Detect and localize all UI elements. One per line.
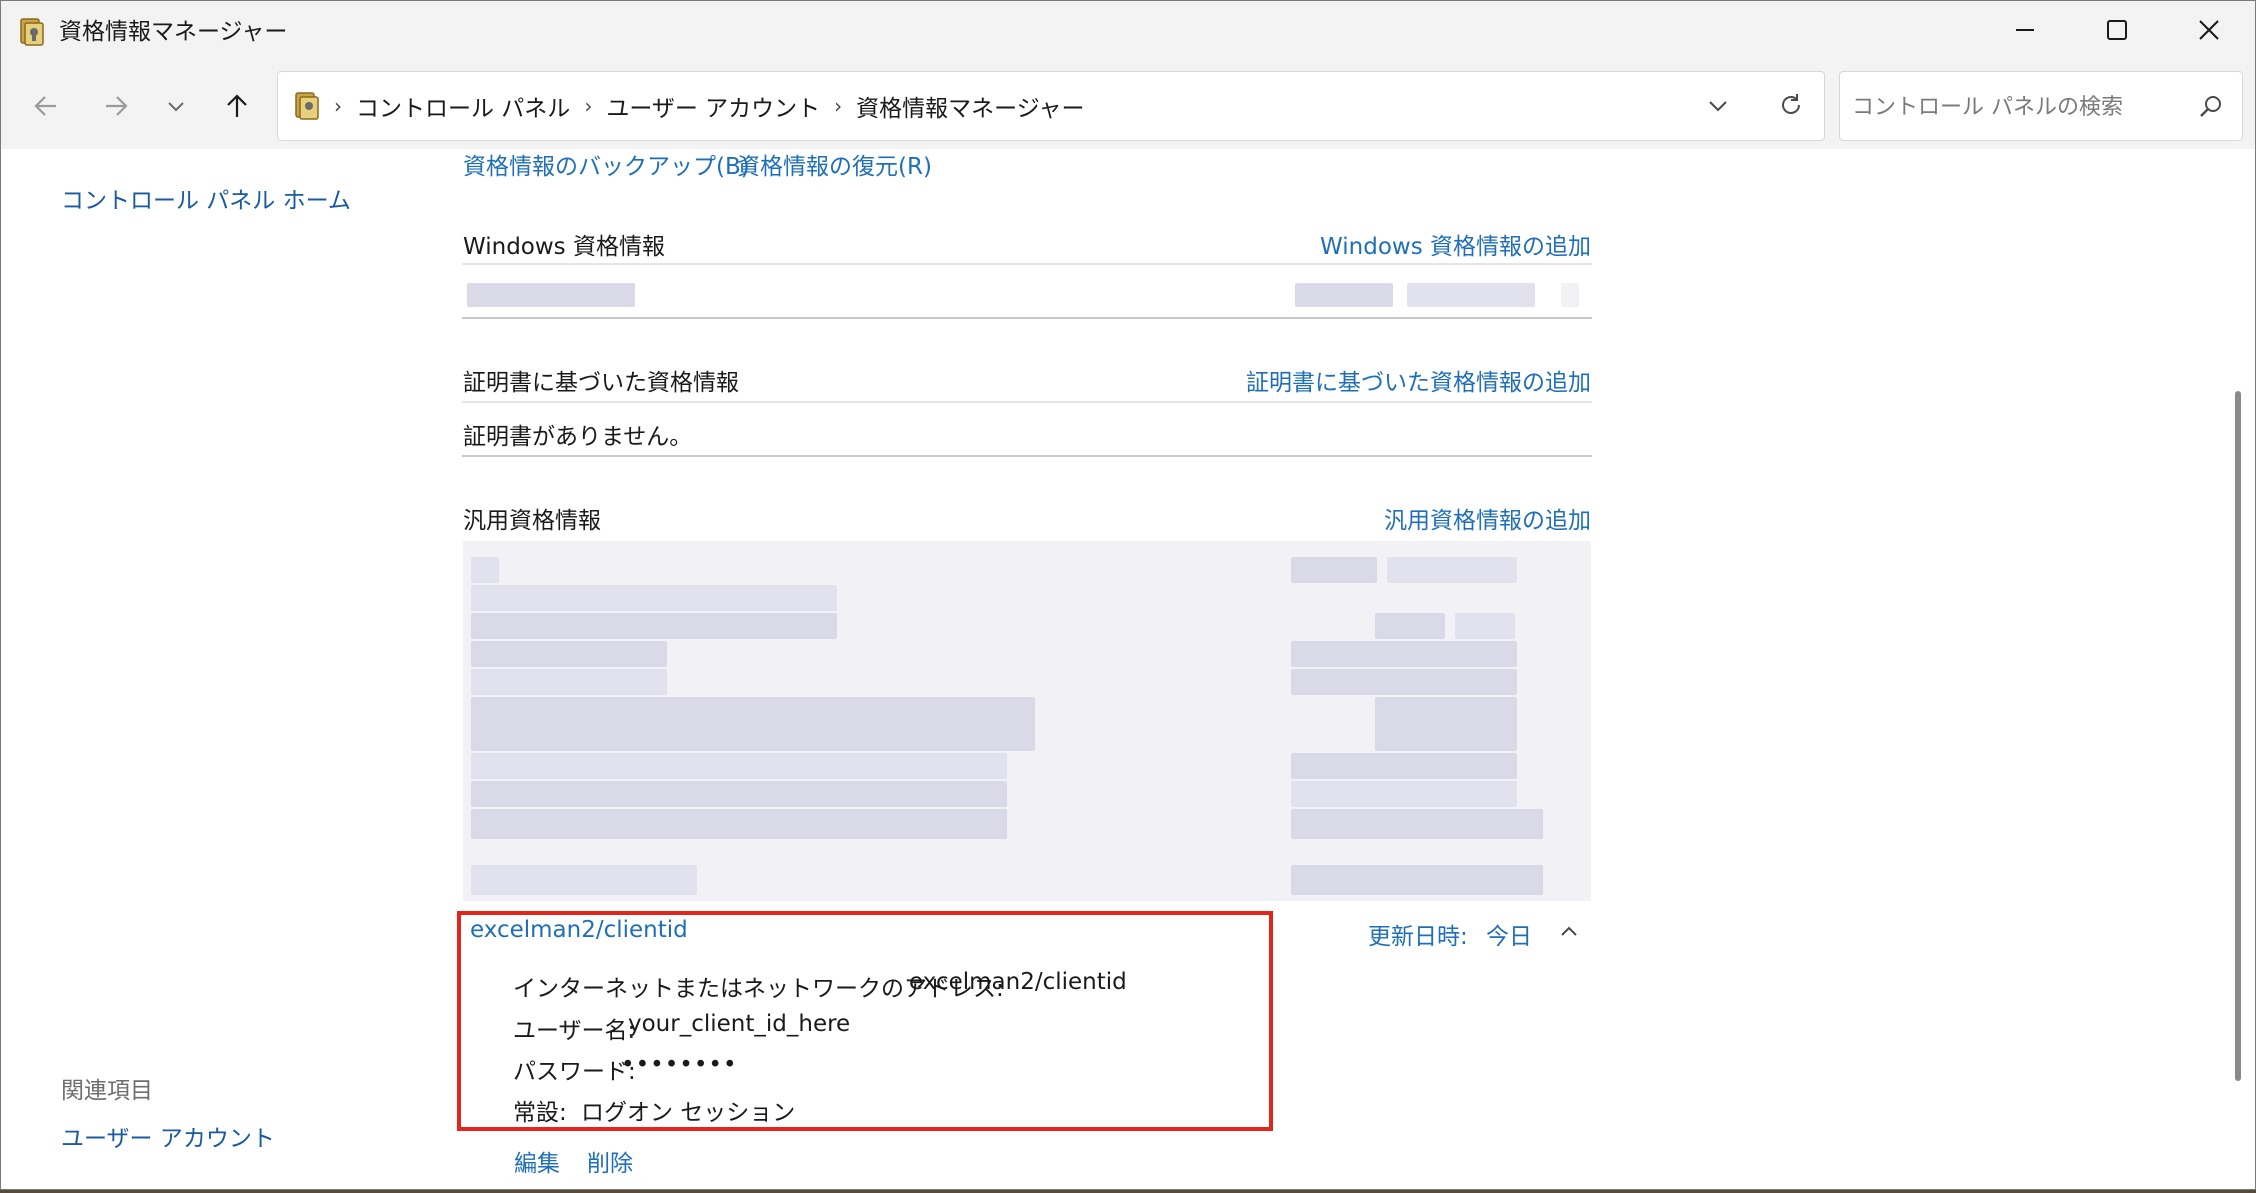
minimize-button[interactable]: [1979, 1, 2071, 63]
redacted-text: [1387, 557, 1517, 583]
scrollbar-thumb[interactable]: [2235, 391, 2241, 1081]
address-bar[interactable]: › コントロール パネル › ユーザー アカウント › 資格情報マネージャー: [277, 71, 1825, 141]
forward-button[interactable]: [93, 85, 139, 131]
minimize-icon: [2014, 19, 2036, 45]
persistence-label: 常設:: [513, 1100, 567, 1126]
maximize-button[interactable]: [2071, 1, 2163, 63]
redacted-text[interactable]: [471, 809, 1007, 839]
close-icon: [2198, 19, 2220, 45]
breadcrumb-separator-icon[interactable]: ›: [576, 94, 600, 118]
user-accounts-link[interactable]: ユーザー アカウント: [61, 1119, 275, 1153]
redacted-text[interactable]: [471, 641, 667, 667]
window-title: 資格情報マネージャー: [59, 19, 288, 45]
recent-chevron-icon: [165, 95, 187, 121]
certificate-credentials-title: 証明書に基づいた資格情報: [463, 370, 739, 396]
up-arrow-icon: [223, 92, 251, 124]
password-value: ••••••••: [621, 1052, 738, 1078]
chevron-up-icon[interactable]: [1558, 920, 1580, 946]
redacted-text: [1291, 781, 1517, 807]
related-heading: 関連項目: [61, 1078, 153, 1104]
address-value: excelman2/clientid: [909, 969, 1127, 995]
divider: [462, 263, 1592, 265]
redacted-text[interactable]: [471, 865, 697, 895]
refresh-icon[interactable]: [1778, 92, 1804, 122]
no-certificates-text: 証明書がありません。: [463, 424, 693, 450]
search-box[interactable]: [1839, 71, 2243, 141]
close-button[interactable]: [2163, 1, 2255, 63]
edit-link[interactable]: 編集: [514, 1144, 560, 1178]
redacted-text: [1291, 669, 1517, 695]
redacted-text: [1375, 697, 1517, 751]
username-label: ユーザー名:: [513, 1018, 636, 1044]
divider: [462, 317, 1592, 319]
back-arrow-icon: [32, 92, 60, 124]
add-certificate-credential-link[interactable]: 証明書に基づいた資格情報の追加: [1151, 363, 1591, 397]
username-value: your_client_id_here: [628, 1011, 851, 1037]
credential-manager-window: 資格情報マネージャー › コントロール パネル › ユーザー アカウント › 資…: [0, 0, 2256, 1190]
credential-manager-icon: [19, 17, 45, 47]
address-dropdown-icon[interactable]: [1706, 94, 1730, 122]
add-generic-credential-link[interactable]: 汎用資格情報の追加: [1251, 501, 1591, 535]
redacted-text[interactable]: [471, 781, 1007, 807]
redacted-text: [1291, 753, 1517, 779]
search-input[interactable]: [1850, 84, 2184, 130]
breadcrumb-control-panel[interactable]: コントロール パネル: [350, 89, 576, 123]
redacted-text: [1375, 613, 1445, 639]
breadcrumb-separator-icon[interactable]: ›: [326, 94, 350, 118]
redacted-text: [1291, 809, 1543, 839]
breadcrumb: › コントロール パネル › ユーザー アカウント › 資格情報マネージャー: [294, 72, 1091, 140]
redacted-text[interactable]: [471, 697, 1035, 751]
delete-link[interactable]: 削除: [587, 1144, 633, 1178]
modified-label[interactable]: 更新日時:: [1368, 917, 1468, 951]
backup-credentials-link[interactable]: 資格情報のバックアップ(B): [463, 147, 750, 181]
breadcrumb-credential-manager[interactable]: 資格情報マネージャー: [850, 89, 1090, 123]
redacted-text[interactable]: [471, 753, 1007, 779]
redacted-text: [1291, 641, 1517, 667]
credential-name-link[interactable]: excelman2/clientid: [470, 917, 688, 943]
restore-credentials-link[interactable]: 資格情報の復元(R): [737, 147, 932, 181]
redacted-text[interactable]: [471, 613, 837, 639]
redacted-text[interactable]: [471, 669, 667, 695]
navigation-bar: › コントロール パネル › ユーザー アカウント › 資格情報マネージャー: [1, 63, 2255, 149]
password-label: パスワード:: [513, 1059, 636, 1085]
control-panel-icon: [294, 91, 320, 121]
forward-arrow-icon: [102, 92, 130, 124]
persistence-value: ログオン セッション: [581, 1100, 796, 1126]
redacted-text: [1291, 557, 1377, 583]
windows-credentials-title: Windows 資格情報: [463, 234, 665, 260]
generic-credentials-title: 汎用資格情報: [463, 508, 601, 534]
redacted-text: [1561, 283, 1579, 307]
divider: [462, 455, 1592, 457]
breadcrumb-user-accounts[interactable]: ユーザー アカウント: [600, 89, 826, 123]
title-bar[interactable]: 資格情報マネージャー: [1, 1, 2255, 63]
breadcrumb-separator-icon[interactable]: ›: [826, 94, 850, 118]
control-panel-home-link[interactable]: コントロール パネル ホーム: [61, 181, 351, 215]
recent-locations-button[interactable]: [153, 85, 199, 131]
search-icon[interactable]: [2198, 94, 2224, 124]
modified-value[interactable]: 今日: [1486, 917, 1532, 951]
maximize-icon: [2106, 19, 2128, 45]
redacted-text: [1407, 283, 1535, 307]
vertical-scrollbar[interactable]: [2235, 151, 2241, 1081]
redacted-text: [467, 283, 635, 307]
up-button[interactable]: [214, 85, 260, 131]
add-windows-credential-link[interactable]: Windows 資格情報の追加: [1201, 227, 1591, 261]
back-button[interactable]: [23, 85, 69, 131]
redacted-text[interactable]: [471, 585, 837, 611]
redacted-text[interactable]: [471, 557, 499, 583]
redacted-text: [1455, 613, 1515, 639]
redacted-text: [1295, 283, 1393, 307]
divider: [462, 401, 1592, 403]
redacted-text: [1291, 865, 1543, 895]
